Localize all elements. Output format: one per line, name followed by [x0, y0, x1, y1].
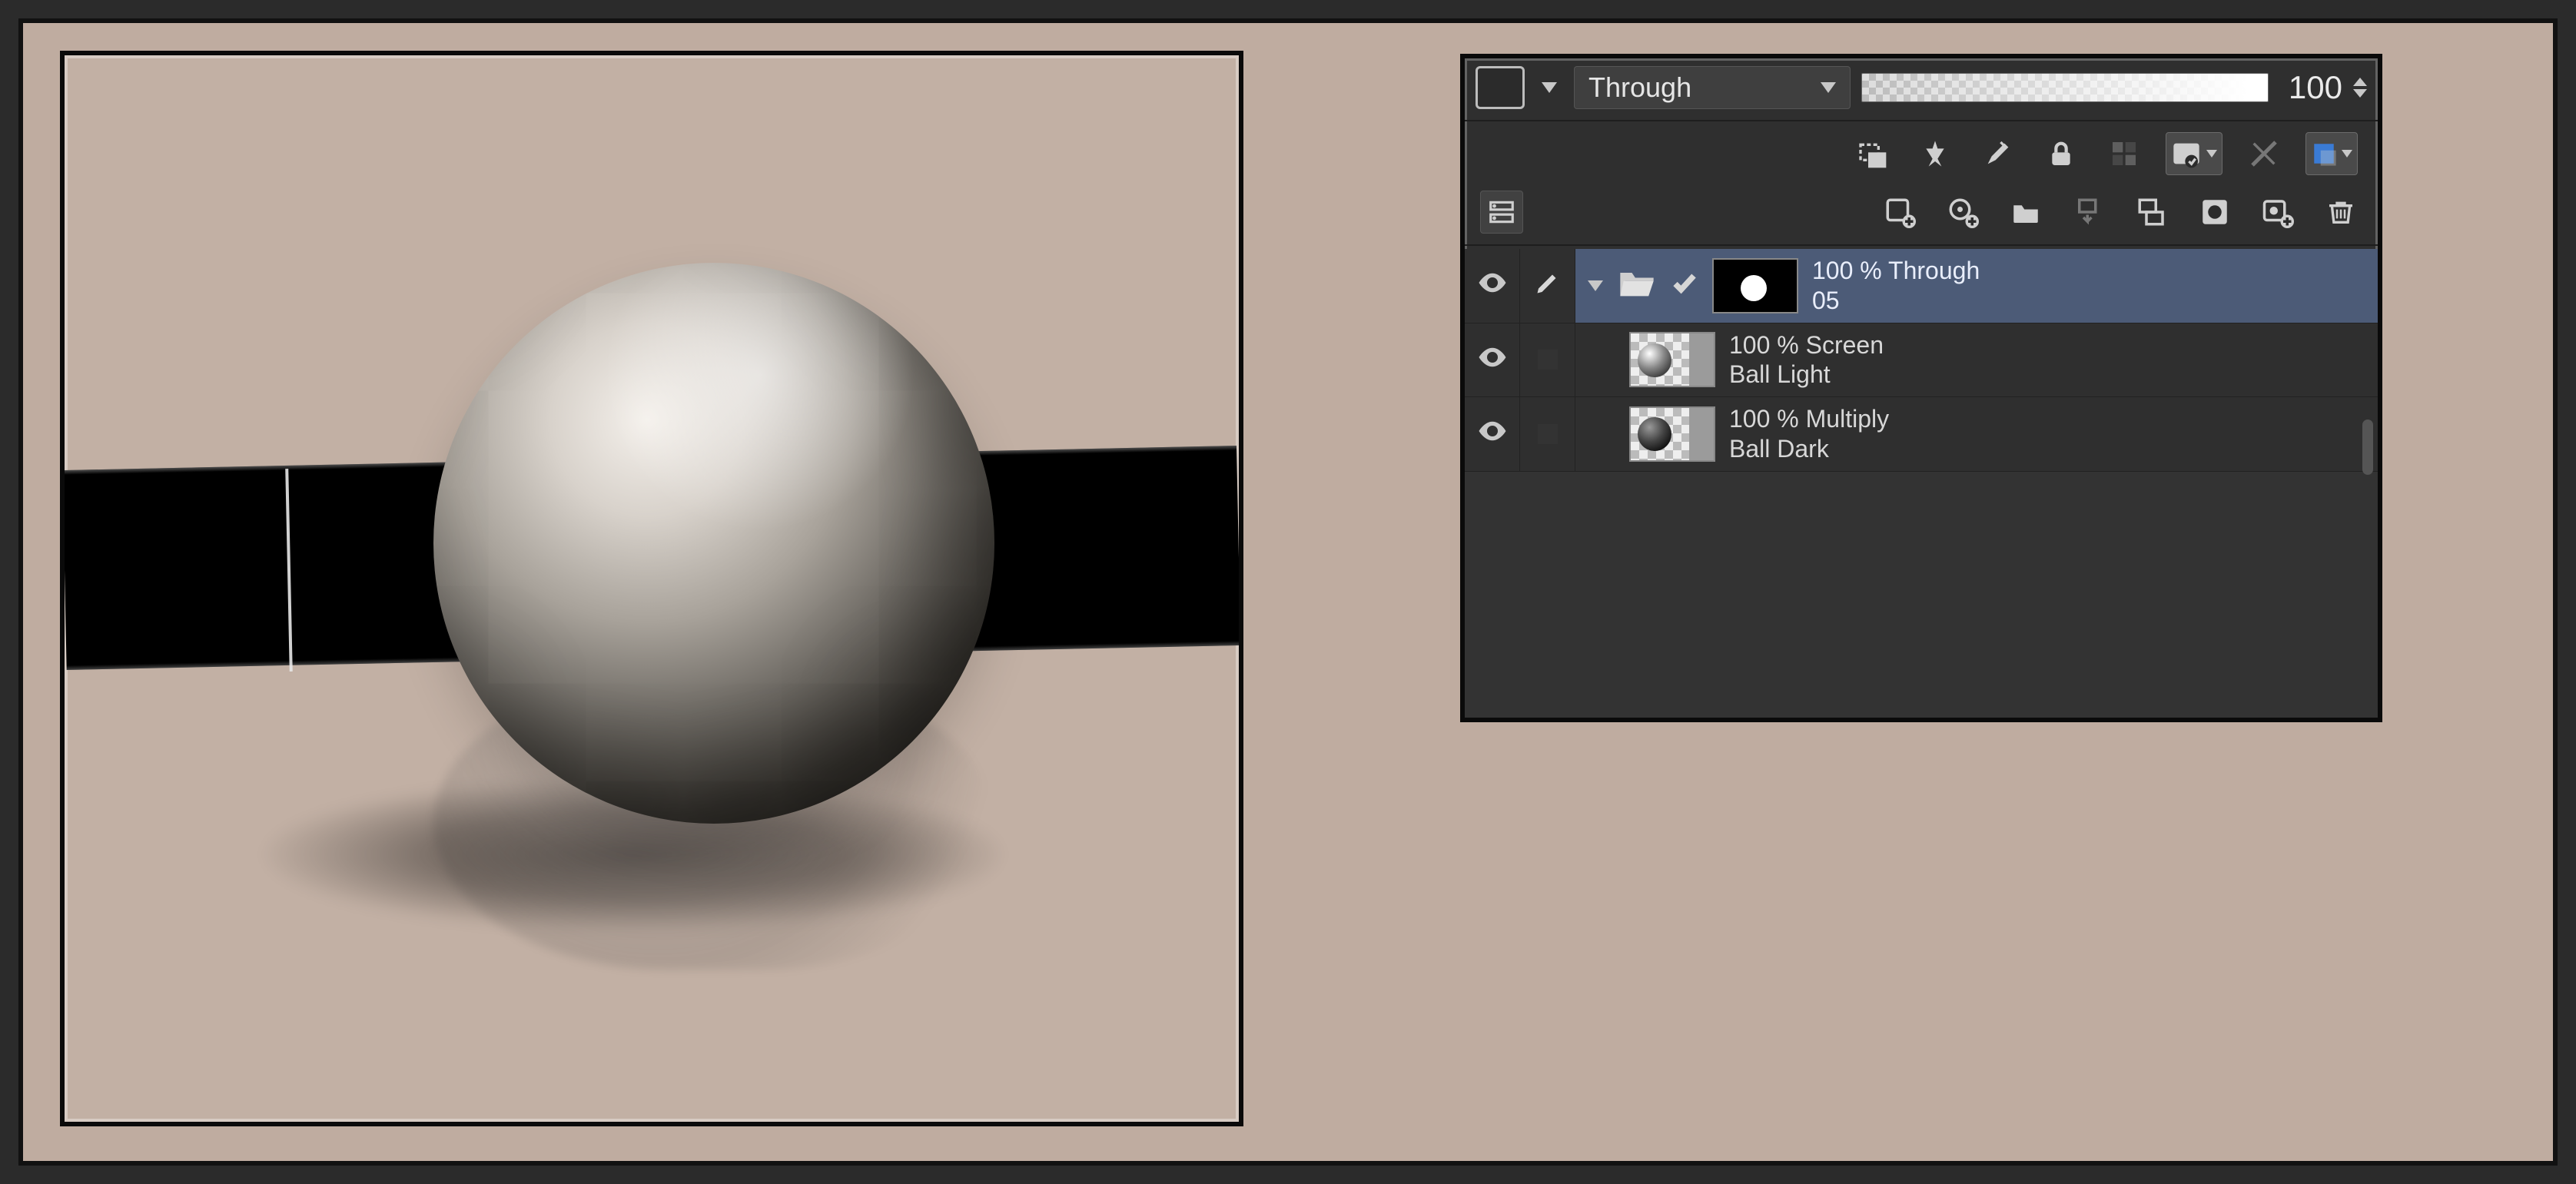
layer-info: 100 % Through: [1812, 257, 2365, 285]
layer-row-folder-05[interactable]: 100 % Through 05: [1465, 249, 2378, 323]
divider: [1465, 244, 2378, 246]
opacity-slider[interactable]: [1861, 73, 2269, 102]
canvas-scene: [65, 55, 1239, 1122]
folder-open-icon: [1617, 266, 1657, 305]
layer-info: 100 % Screen: [1729, 331, 2365, 360]
layer-name-block: 100 % Through 05: [1812, 257, 2365, 315]
draft-layer-icon[interactable]: [1977, 132, 2020, 175]
reference-layer-icon[interactable]: [1914, 132, 1957, 175]
pencil-icon: [1534, 269, 1562, 302]
new-layer-mask-button[interactable]: [2193, 191, 2236, 234]
scrollbar-thumb[interactable]: [2362, 420, 2373, 475]
ruler-mask-icon: [2242, 132, 2286, 175]
layer-row-ball-dark[interactable]: 100 % Multiply Ball Dark: [1465, 397, 2378, 472]
visibility-toggle[interactable]: [1465, 323, 1520, 397]
check-icon: [1671, 269, 1698, 302]
layer-name: 05: [1812, 287, 2365, 315]
layer-thumbnail[interactable]: [1629, 406, 1715, 462]
layer-info: 100 % Multiply: [1729, 405, 2365, 433]
delete-layer-button[interactable]: [2319, 191, 2362, 234]
layer-name: Ball Dark: [1729, 435, 2365, 463]
layer-actions-bar: [1465, 183, 2378, 241]
edit-target-toggle[interactable]: [1520, 323, 1575, 397]
palette-color-dropdown[interactable]: [1535, 66, 1563, 109]
eye-icon: [1476, 341, 1509, 379]
eye-icon: [1476, 415, 1509, 453]
clip-to-layer-icon[interactable]: [1851, 132, 1894, 175]
edit-target-toggle[interactable]: [1520, 397, 1575, 471]
layer-content[interactable]: 100 % Multiply Ball Dark: [1575, 397, 2378, 471]
edit-target-toggle[interactable]: [1520, 249, 1575, 323]
eye-icon: [1476, 267, 1509, 304]
layers-header-row: Through 100: [1465, 58, 2378, 117]
chevron-down-icon: [1821, 82, 1836, 93]
lock-transparency-icon: [2103, 132, 2146, 175]
folder-expand-toggle[interactable]: [1588, 280, 1603, 291]
visibility-toggle[interactable]: [1465, 397, 1520, 471]
divider: [1465, 120, 2378, 121]
merge-down-button[interactable]: [2130, 191, 2173, 234]
sphere: [433, 263, 994, 824]
layer-name: Ball Light: [1729, 360, 2365, 389]
panel-view-toggle[interactable]: [1480, 191, 1523, 234]
layer-name-block: 100 % Screen Ball Light: [1729, 331, 2365, 390]
new-folder-button[interactable]: [2004, 191, 2047, 234]
layer-name-block: 100 % Multiply Ball Dark: [1729, 405, 2365, 463]
opacity-value: 100: [2279, 69, 2342, 106]
chevron-down-icon: [2342, 150, 2352, 158]
blend-mode-select[interactable]: Through: [1574, 66, 1851, 109]
layer-row-ball-light[interactable]: 100 % Screen Ball Light: [1465, 323, 2378, 398]
layer-content[interactable]: 100 % Screen Ball Light: [1575, 323, 2378, 397]
apply-mask-button[interactable]: [2256, 191, 2299, 234]
layer-options-bar: [1465, 124, 2378, 183]
blend-mode-value: Through: [1588, 71, 1691, 104]
clip-indicator: [1538, 424, 1558, 444]
layer-content[interactable]: 100 % Through 05: [1575, 249, 2378, 323]
transfer-down-button: [2067, 191, 2110, 234]
app-frame: Through 100: [18, 18, 2558, 1166]
clip-indicator: [1538, 350, 1558, 370]
enable-mask-button[interactable]: [2166, 132, 2222, 175]
layers-panel: Through 100: [1460, 54, 2382, 722]
chevron-down-icon: [2206, 150, 2217, 158]
layer-list: 100 % Through 05: [1465, 249, 2378, 718]
new-raster-layer-button[interactable]: [1878, 191, 1921, 234]
visibility-toggle[interactable]: [1465, 249, 1520, 323]
layer-color-button[interactable]: [2305, 132, 2358, 175]
layer-mask-thumbnail[interactable]: [1712, 258, 1798, 313]
new-vector-layer-button[interactable]: [1941, 191, 1984, 234]
palette-color-swatch[interactable]: [1476, 66, 1525, 109]
canvas-preview: [60, 51, 1243, 1126]
lock-layer-icon[interactable]: [2040, 132, 2083, 175]
opacity-stepper[interactable]: [2353, 78, 2367, 98]
layer-thumbnail[interactable]: [1629, 332, 1715, 387]
